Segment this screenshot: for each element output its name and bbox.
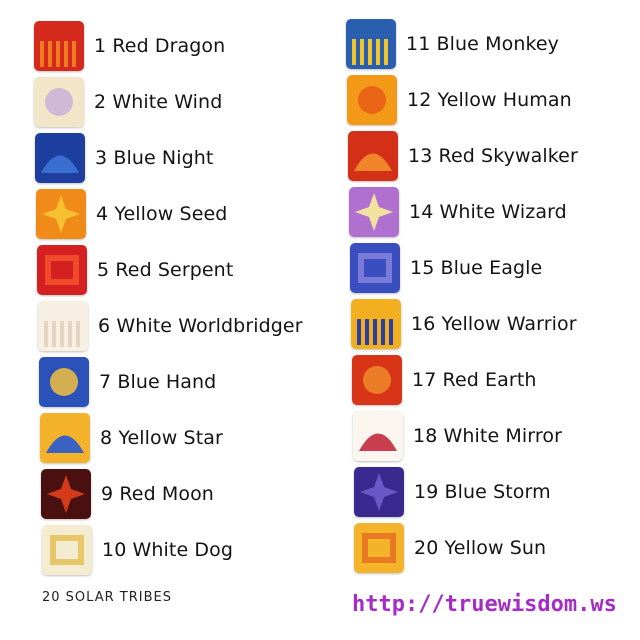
red-serpent-glyph-icon bbox=[37, 245, 87, 295]
tribe-label: 5 Red Serpent bbox=[97, 259, 234, 281]
tribe-label: 20 Yellow Sun bbox=[414, 537, 547, 559]
tribe-item: 11 Blue Monkey bbox=[346, 16, 640, 72]
tribe-item: 17 Red Earth bbox=[352, 352, 640, 408]
tribe-item: 16 Yellow Warrior bbox=[351, 296, 640, 352]
tribe-label: 8 Yellow Star bbox=[100, 427, 223, 449]
yellow-star-glyph-icon bbox=[40, 413, 90, 463]
yellow-human-glyph-icon bbox=[347, 75, 397, 125]
white-worldbridger-glyph-icon bbox=[38, 301, 88, 351]
tribe-label: 16 Yellow Warrior bbox=[411, 313, 577, 335]
tribe-label: 13 Red Skywalker bbox=[408, 145, 578, 167]
red-dragon-glyph-icon bbox=[34, 21, 84, 71]
tribe-label: 14 White Wizard bbox=[409, 201, 567, 223]
tribe-item: 20 Yellow Sun bbox=[354, 520, 640, 576]
tribe-item: 14 White Wizard bbox=[349, 184, 640, 240]
tribe-label: 1 Red Dragon bbox=[94, 35, 226, 57]
red-skywalker-glyph-icon bbox=[348, 131, 398, 181]
caption-solar-tribes: 20 SOLAR TRIBES bbox=[42, 590, 172, 605]
tribe-item: 8 Yellow Star bbox=[40, 410, 340, 466]
tribe-item: 12 Yellow Human bbox=[347, 72, 640, 128]
tribe-label: 6 White Worldbridger bbox=[98, 315, 303, 337]
tribe-label: 9 Red Moon bbox=[101, 483, 214, 505]
tribe-item: 18 White Mirror bbox=[353, 408, 640, 464]
tribe-item: 9 Red Moon bbox=[41, 466, 341, 522]
white-wizard-glyph-icon bbox=[349, 187, 399, 237]
tribe-label: 18 White Mirror bbox=[413, 425, 562, 447]
tribe-item: 10 White Dog bbox=[42, 522, 342, 578]
blue-night-glyph-icon bbox=[35, 133, 85, 183]
blue-hand-glyph-icon bbox=[39, 357, 89, 407]
blue-storm-glyph-icon bbox=[354, 467, 404, 517]
tribe-item: 5 Red Serpent bbox=[37, 242, 337, 298]
tribe-item: 19 Blue Storm bbox=[354, 464, 640, 520]
red-moon-glyph-icon bbox=[41, 469, 91, 519]
tribe-label: 17 Red Earth bbox=[412, 369, 537, 391]
tribe-label: 4 Yellow Seed bbox=[96, 203, 228, 225]
white-dog-glyph-icon bbox=[42, 525, 92, 575]
tribe-item: 15 Blue Eagle bbox=[350, 240, 640, 296]
red-earth-glyph-icon bbox=[352, 355, 402, 405]
tribe-item: 7 Blue Hand bbox=[39, 354, 339, 410]
yellow-sun-glyph-icon bbox=[354, 523, 404, 573]
tribe-label: 3 Blue Night bbox=[95, 147, 214, 169]
tribe-label: 11 Blue Monkey bbox=[406, 33, 560, 55]
blue-eagle-glyph-icon bbox=[350, 243, 400, 293]
tribe-label: 10 White Dog bbox=[102, 539, 234, 561]
tribe-item: 6 White Worldbridger bbox=[38, 298, 338, 354]
tribe-item: 2 White Wind bbox=[34, 74, 334, 130]
tribe-item: 13 Red Skywalker bbox=[348, 128, 640, 184]
tribe-item: 3 Blue Night bbox=[35, 130, 335, 186]
tribe-label: 7 Blue Hand bbox=[99, 371, 217, 393]
white-mirror-glyph-icon bbox=[353, 411, 403, 461]
tribe-item: 4 Yellow Seed bbox=[36, 186, 336, 242]
tribe-label: 15 Blue Eagle bbox=[410, 257, 543, 279]
yellow-warrior-glyph-icon bbox=[351, 299, 401, 349]
blue-monkey-glyph-icon bbox=[346, 19, 396, 69]
site-link[interactable]: http://truewisdom.ws bbox=[352, 592, 617, 617]
white-wind-glyph-icon bbox=[34, 77, 84, 127]
tribe-label: 12 Yellow Human bbox=[407, 89, 572, 111]
yellow-seed-glyph-icon bbox=[36, 189, 86, 239]
tribe-item: 1 Red Dragon bbox=[34, 18, 334, 74]
tribe-label: 2 White Wind bbox=[94, 91, 223, 113]
tribe-label: 19 Blue Storm bbox=[414, 481, 551, 503]
